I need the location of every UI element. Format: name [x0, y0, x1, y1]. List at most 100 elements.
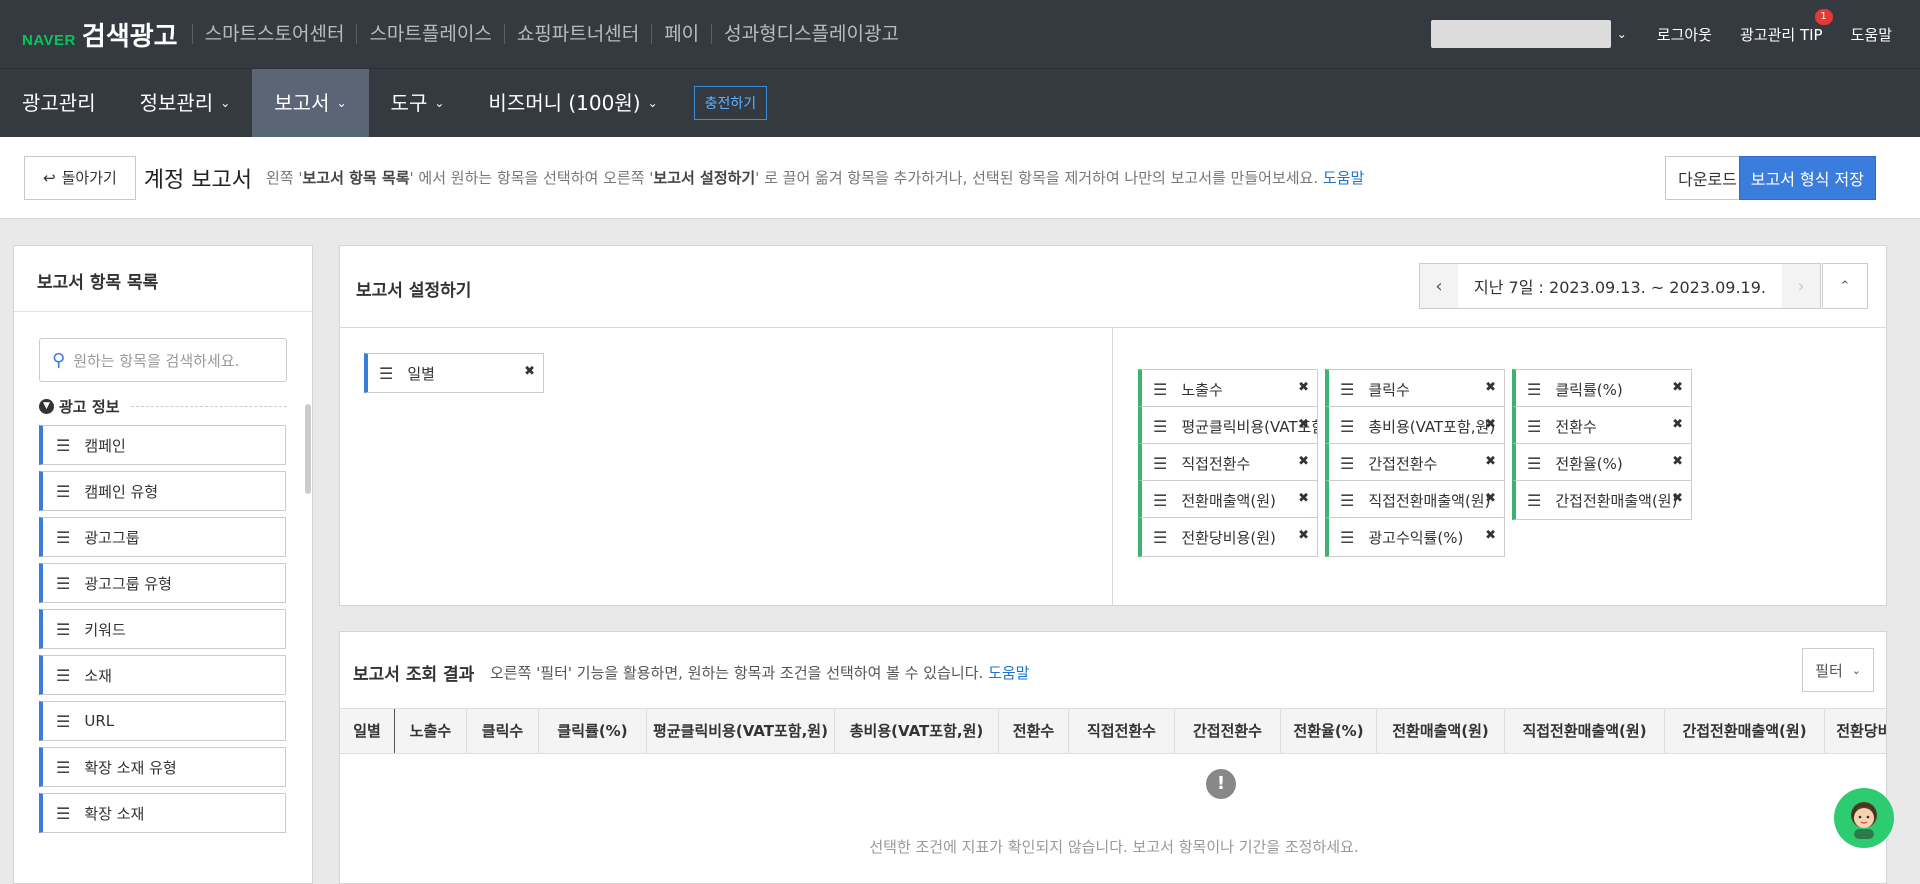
drag-handle-icon[interactable]: ☰ [56, 666, 70, 685]
remove-icon[interactable]: ✖ [1298, 491, 1309, 506]
scrollbar[interactable] [305, 404, 311, 494]
drag-handle-icon[interactable]: ☰ [1340, 417, 1354, 436]
ad-tip-link[interactable]: 광고관리 TIP 1 [1740, 8, 1833, 45]
drag-handle-icon[interactable]: ☰ [1527, 491, 1541, 510]
drag-handle-icon[interactable]: ☰ [56, 482, 70, 501]
list-item[interactable]: ☰ 확장 소재 유형 [39, 747, 286, 787]
drag-handle-icon[interactable]: ☰ [56, 804, 70, 823]
chatbot-avatar-icon[interactable] [1834, 788, 1894, 848]
column-header[interactable]: 간접전환매출액(원) [1665, 709, 1825, 753]
column-header[interactable]: 전환당비용(원) [1825, 709, 1886, 753]
nav-reports[interactable]: 보고서 ⌄ [252, 68, 369, 138]
account-selector[interactable] [1430, 20, 1611, 48]
nav-bizmoney[interactable]: 비즈머니 (100원) ⌄ [466, 69, 679, 138]
column-header[interactable]: 클릭수 [467, 709, 539, 753]
column-header[interactable]: 일별 [340, 709, 395, 753]
drag-handle-icon[interactable]: ☰ [1153, 491, 1167, 510]
charge-button[interactable]: 충전하기 [693, 86, 768, 120]
nav-ad-management[interactable]: 광고관리 [0, 69, 118, 138]
drag-handle-icon[interactable]: ☰ [1340, 454, 1354, 473]
drag-handle-icon[interactable]: ☰ [56, 436, 70, 455]
list-item[interactable]: ☰ 확장 소재 [39, 793, 286, 833]
list-item[interactable]: ☰ 키워드 [39, 609, 286, 649]
chevron-right-icon[interactable]: › [1782, 264, 1820, 308]
help-link[interactable]: 도움말 [1323, 169, 1364, 187]
drag-handle-icon[interactable]: ☰ [1153, 528, 1167, 547]
chevron-up-icon[interactable]: ⌃ [1822, 263, 1868, 309]
list-item[interactable]: ☰ 캠페인 유형 [39, 471, 286, 511]
selected-metric-item[interactable]: ☰ 총비용(VAT포함,원) ✖ [1325, 406, 1505, 446]
remove-icon[interactable]: ✖ [1485, 528, 1496, 543]
selected-metric-item[interactable]: ☰ 노출수 ✖ [1138, 369, 1318, 409]
column-header[interactable]: 평균클릭비용(VAT포함,원) [647, 709, 835, 753]
remove-icon[interactable]: ✖ [1485, 491, 1496, 506]
link-pay[interactable]: 페이 [651, 24, 711, 44]
drag-handle-icon[interactable]: ☰ [1340, 491, 1354, 510]
list-item[interactable]: ☰ 소재 [39, 655, 286, 695]
nav-info-management[interactable]: 정보관리 ⌄ [118, 69, 253, 138]
selected-metric-item[interactable]: ☰ 간접전환매출액(원) ✖ [1512, 480, 1692, 520]
selected-metric-item[interactable]: ☰ 평균클릭비용(VAT포함,원)✖ [1138, 406, 1318, 446]
drag-handle-icon[interactable]: ☰ [56, 758, 70, 777]
drag-handle-icon[interactable]: ☰ [379, 364, 393, 383]
link-shopping-partner[interactable]: 쇼핑파트너센터 [503, 24, 651, 44]
drag-handle-icon[interactable]: ☰ [56, 528, 70, 547]
selected-metric-item[interactable]: ☰ 직접전환수 ✖ [1138, 443, 1318, 483]
help-link[interactable]: 도움말 [988, 664, 1029, 682]
column-header[interactable]: 전환매출액(원) [1377, 709, 1505, 753]
nav-tools[interactable]: 도구 ⌄ [369, 69, 467, 138]
item-search-input[interactable]: ⚲ 원하는 항목을 검색하세요. [39, 338, 287, 382]
list-item[interactable]: ☰ 캠페인 [39, 425, 286, 465]
remove-icon[interactable]: ✖ [1672, 454, 1683, 469]
link-smartplace[interactable]: 스마트플레이스 [356, 24, 503, 44]
remove-icon[interactable]: ✖ [1672, 417, 1683, 432]
remove-icon[interactable]: ✖ [1485, 454, 1496, 469]
chevron-left-icon[interactable]: ‹ [1420, 264, 1459, 308]
row-items-dropzone[interactable]: ☰ 일별 ✖ [340, 328, 1113, 606]
column-header[interactable]: 간접전환수 [1175, 709, 1281, 753]
remove-icon[interactable]: ✖ [1298, 528, 1309, 543]
section-ad-info[interactable]: ▼ 광고 정보 [39, 396, 287, 417]
column-header[interactable]: 클릭률(%) [539, 709, 647, 753]
drag-handle-icon[interactable]: ☰ [56, 620, 70, 639]
column-header[interactable]: 전환율(%) [1281, 709, 1377, 753]
link-display-ad[interactable]: 성과형디스플레이광고 [711, 24, 911, 44]
column-header[interactable]: 직접전환매출액(원) [1505, 709, 1665, 753]
column-header[interactable]: 전환수 [999, 709, 1069, 753]
drag-handle-icon[interactable]: ☰ [1340, 380, 1354, 399]
selected-metric-item[interactable]: ☰ 광고수익률(%) ✖ [1325, 517, 1505, 557]
drag-handle-icon[interactable]: ☰ [1153, 380, 1167, 399]
selected-metric-item[interactable]: ☰ 클릭수 ✖ [1325, 369, 1505, 409]
link-smartstore[interactable]: 스마트스토어센터 [191, 24, 357, 44]
remove-icon[interactable]: ✖ [1485, 417, 1496, 432]
remove-icon[interactable]: ✖ [524, 364, 535, 379]
drag-handle-icon[interactable]: ☰ [1153, 454, 1167, 473]
drag-handle-icon[interactable]: ☰ [1527, 454, 1541, 473]
date-range-label[interactable]: 지난 7일 : 2023.09.13. ~ 2023.09.19. [1458, 274, 1782, 298]
column-header[interactable]: 직접전환수 [1069, 709, 1175, 753]
selected-metric-item[interactable]: ☰ 전환수 ✖ [1512, 406, 1692, 446]
selected-metric-item[interactable]: ☰ 전환율(%) ✖ [1512, 443, 1692, 483]
selected-row-item[interactable]: ☰ 일별 ✖ [364, 353, 544, 393]
selected-metric-item[interactable]: ☰ 전환매출액(원) ✖ [1138, 480, 1318, 520]
drag-handle-icon[interactable]: ☰ [1527, 417, 1541, 436]
download-button[interactable]: 다운로드 [1665, 156, 1750, 200]
naver-searchad-logo[interactable]: NAVER 검색광고 [22, 16, 178, 53]
column-header[interactable]: 노출수 [395, 709, 467, 753]
remove-icon[interactable]: ✖ [1298, 380, 1309, 395]
remove-icon[interactable]: ✖ [1298, 454, 1309, 469]
help-link[interactable]: 도움말 [1851, 24, 1892, 45]
save-report-format-button[interactable]: 보고서 형식 저장 [1738, 156, 1876, 200]
list-item[interactable]: ☰ 광고그룹 유형 [39, 563, 286, 603]
remove-icon[interactable]: ✖ [1485, 380, 1496, 395]
chevron-down-icon[interactable]: ⌄ [1617, 27, 1627, 41]
remove-icon[interactable]: ✖ [1298, 417, 1309, 432]
selected-metric-item[interactable]: ☰ 직접전환매출액(원) ✖ [1325, 480, 1505, 520]
metric-items-dropzone[interactable]: ☰노출수✖☰클릭수✖☰클릭률(%)✖ ☰평균클릭비용(VAT포함,원)✖☰총비용(… [1114, 328, 1886, 606]
column-header[interactable]: 총비용(VAT포함,원) [835, 709, 999, 753]
drag-handle-icon[interactable]: ☰ [1340, 528, 1354, 547]
list-item[interactable]: ☰ URL [39, 701, 286, 741]
remove-icon[interactable]: ✖ [1672, 491, 1683, 506]
selected-metric-item[interactable]: ☰ 클릭률(%) ✖ [1512, 369, 1692, 409]
selected-metric-item[interactable]: ☰ 간접전환수 ✖ [1325, 443, 1505, 483]
